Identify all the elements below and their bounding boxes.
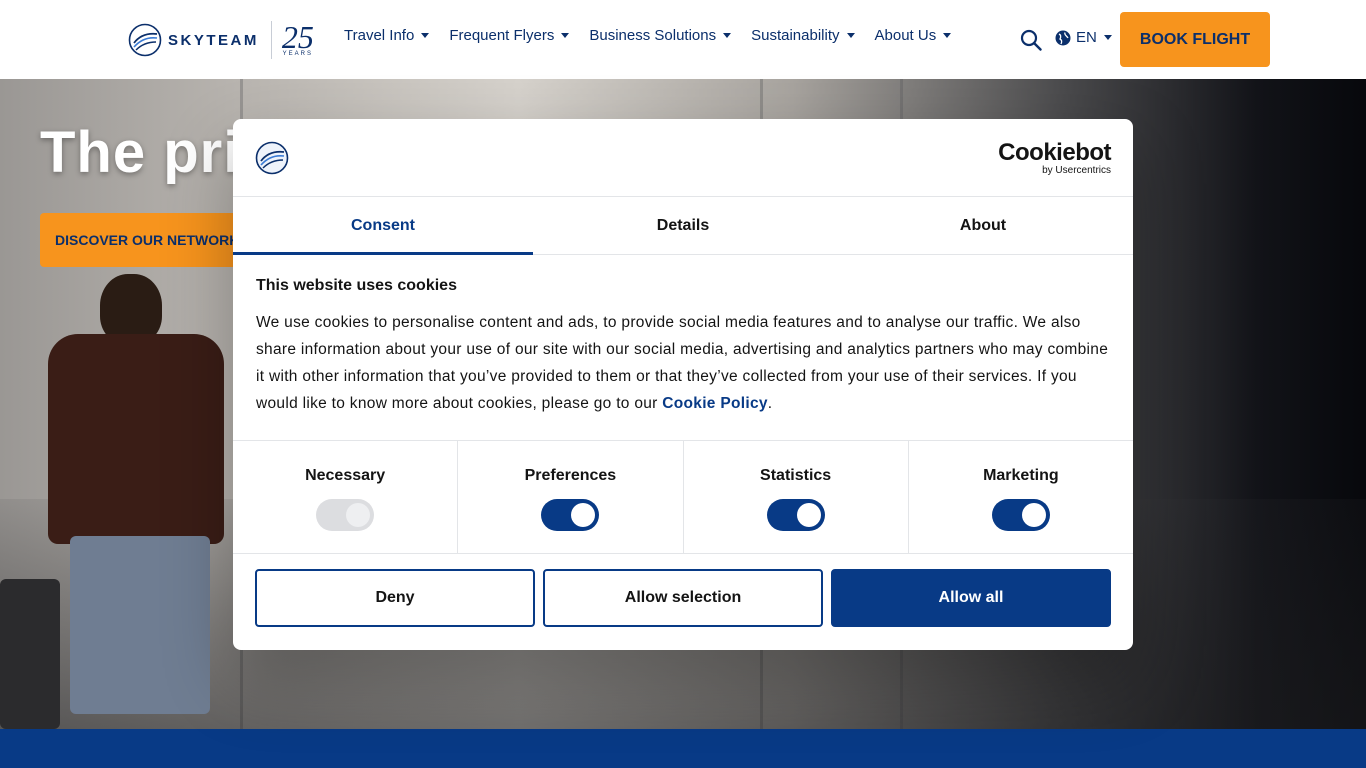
logo-divider: [270, 21, 272, 59]
chevron-down-icon: [421, 33, 430, 38]
chevron-down-icon: [846, 33, 855, 38]
nav-item-label: Business Solutions: [589, 27, 717, 44]
description-end: .: [767, 395, 773, 412]
necessary-switch: [316, 499, 375, 531]
toggle-label: Preferences: [524, 467, 617, 484]
traveler-jacket: [48, 334, 224, 544]
chevron-down-icon: [943, 33, 952, 38]
traveler-jeans: [70, 536, 210, 714]
dialog-heading: This website uses cookies: [256, 277, 457, 294]
deny-button[interactable]: Deny: [255, 569, 535, 627]
cookie-consent-dialog: Cookiebot by Usercentrics Consent Detail…: [233, 119, 1133, 650]
nav-item-travel-info[interactable]: Travel Info: [344, 27, 430, 44]
anniversary-badge: 25 YEARS: [281, 19, 314, 57]
consent-toggles: Necessary Preferences Statistics Marketi…: [233, 440, 1133, 554]
dialog-tabs: Consent Details About: [233, 197, 1133, 255]
allow-all-button[interactable]: Allow all: [831, 569, 1111, 627]
nav-item-label: Frequent Flyers: [449, 27, 555, 44]
suitcase: [0, 579, 60, 729]
cookiebot-name: Cookiebot: [998, 139, 1111, 166]
toggle-preferences: Preferences: [458, 441, 684, 553]
anniversary-label: YEARS: [282, 51, 314, 57]
cookie-policy-link[interactable]: Cookie Policy: [662, 395, 768, 412]
chevron-down-icon: [1103, 35, 1112, 40]
dialog-description: We use cookies to personalise content an…: [256, 309, 1110, 417]
toggle-label: Marketing: [983, 467, 1059, 484]
globe-icon: [1055, 30, 1071, 45]
language-label: EN: [1076, 29, 1097, 46]
toggle-marketing: Marketing: [909, 441, 1133, 553]
switch-knob: [1021, 503, 1046, 527]
anniversary-number: 25: [281, 19, 314, 55]
switch-knob: [571, 503, 596, 527]
book-flight-button[interactable]: BOOK FLIGHT: [1120, 12, 1270, 67]
skyteam-logo[interactable]: SKYTEAM 25 YEARS: [128, 20, 314, 60]
nav-item-label: About Us: [874, 27, 937, 44]
discover-network-button[interactable]: DISCOVER OUR NETWORK: [40, 213, 260, 267]
toggle-label: Statistics: [760, 467, 832, 484]
toggle-necessary: Necessary: [233, 441, 459, 553]
tab-details[interactable]: Details: [533, 197, 833, 254]
switch-knob: [796, 503, 821, 527]
nav-item-sustainability[interactable]: Sustainability: [751, 27, 855, 44]
site-header: SKYTEAM 25 YEARS Travel Info Frequent Fl…: [0, 0, 1366, 79]
nav-item-frequent-flyers[interactable]: Frequent Flyers: [449, 27, 570, 44]
cookiebot-logo[interactable]: Cookiebot by Usercentrics: [998, 141, 1111, 177]
dialog-actions: Deny Allow selection Allow all: [233, 554, 1133, 642]
dialog-body: This website uses cookies We use cookies…: [233, 255, 1133, 440]
switch-knob: [346, 503, 371, 527]
preferences-switch[interactable]: [541, 499, 600, 531]
skyteam-logo-icon: [128, 23, 162, 57]
skyteam-logo-icon: [255, 141, 289, 175]
bottom-navy-band: [0, 729, 1366, 768]
cookiebot-sub: by Usercentrics: [1042, 165, 1111, 176]
statistics-switch[interactable]: [766, 499, 825, 531]
nav-item-label: Sustainability: [751, 27, 840, 44]
dialog-header: Cookiebot by Usercentrics: [233, 119, 1133, 197]
logo-text: SKYTEAM: [168, 31, 259, 49]
nav-item-label: Travel Info: [344, 27, 415, 44]
main-nav: Travel Info Frequent Flyers Business Sol…: [344, 27, 971, 44]
tab-about[interactable]: About: [833, 197, 1133, 254]
tab-consent[interactable]: Consent: [233, 197, 533, 255]
traveler-figure: [30, 274, 260, 714]
marketing-switch[interactable]: [991, 499, 1050, 531]
toggle-statistics: Statistics: [684, 441, 909, 553]
nav-item-business-solutions[interactable]: Business Solutions: [589, 27, 732, 44]
nav-item-about-us[interactable]: About Us: [875, 27, 952, 44]
chevron-down-icon: [561, 33, 570, 38]
search-icon[interactable]: [1020, 29, 1042, 51]
chevron-down-icon: [723, 33, 732, 38]
toggle-label: Necessary: [305, 467, 386, 484]
language-selector[interactable]: EN: [1055, 29, 1112, 46]
allow-selection-button[interactable]: Allow selection: [543, 569, 823, 627]
